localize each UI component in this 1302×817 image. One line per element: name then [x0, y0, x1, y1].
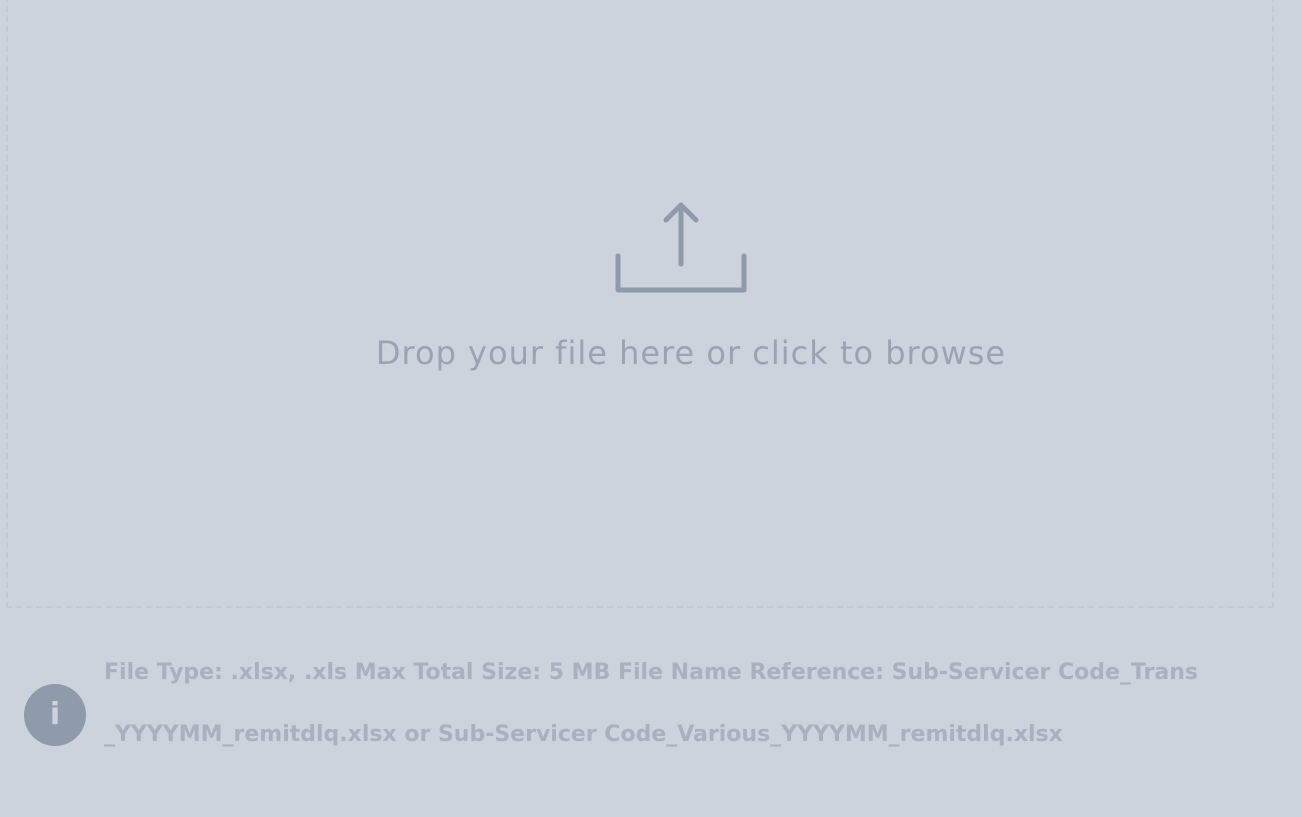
file-dropzone[interactable]: Drop your file here or click to browse [6, 0, 1274, 608]
dropzone-prompt: Drop your file here or click to browse [375, 334, 1007, 372]
file-requirements-line-1: File Type: .xlsx, .xls Max Total Size: 5… [104, 660, 1198, 685]
file-requirements-info: i File Type: .xlsx, .xls Max Total Size:… [0, 640, 1302, 790]
file-upload-page: Drop your file here or click to browse i… [0, 0, 1302, 817]
file-requirements-line-2: _YYYYMM_remitdlq.xlsx or Sub-Servicer Co… [104, 722, 1063, 747]
info-icon: i [24, 684, 86, 746]
upload-icon [612, 198, 750, 298]
